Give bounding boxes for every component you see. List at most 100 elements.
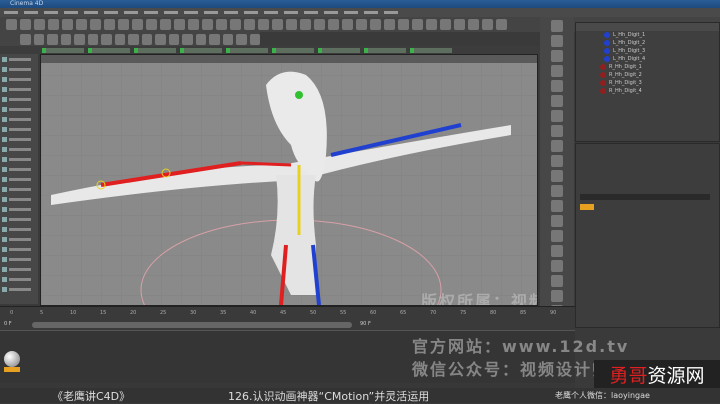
tool-icon[interactable] [209, 33, 220, 45]
tool-icon[interactable] [128, 33, 139, 45]
left-panel-item[interactable] [2, 95, 36, 104]
tool-icon[interactable] [300, 19, 311, 30]
tool-icon[interactable] [195, 33, 206, 45]
left-tool-panel[interactable] [0, 54, 38, 304]
object-manager-menu[interactable] [576, 23, 719, 31]
tool-icon[interactable] [101, 33, 112, 45]
tool-icon[interactable] [168, 33, 179, 45]
tool-icon[interactable] [551, 20, 563, 32]
left-panel-item[interactable] [2, 65, 36, 74]
left-panel-item[interactable] [2, 145, 36, 154]
tool-icon[interactable] [551, 140, 563, 152]
object-row[interactable]: L_Hh_Digit_1 [576, 31, 719, 39]
tool-icon[interactable] [188, 19, 199, 30]
left-panel-item[interactable] [2, 175, 36, 184]
material-swatch[interactable] [4, 351, 20, 367]
tool-icon[interactable] [160, 19, 171, 30]
tool-icon[interactable] [155, 33, 166, 45]
tool-icon[interactable] [258, 19, 269, 30]
tool-icon[interactable] [551, 80, 563, 92]
tool-icon[interactable] [412, 19, 423, 30]
tool-icon[interactable] [370, 19, 381, 30]
tool-icon[interactable] [249, 33, 260, 45]
tool-icon[interactable] [222, 33, 233, 45]
tool-icon[interactable] [356, 19, 367, 30]
object-row[interactable]: L_Hh_Digit_2 [576, 39, 719, 47]
left-panel-item[interactable] [2, 285, 36, 294]
tool-icon[interactable] [34, 19, 45, 30]
secondary-toolbar[interactable] [0, 32, 260, 46]
tool-icon[interactable] [384, 19, 395, 30]
left-panel-item[interactable] [2, 155, 36, 164]
tool-icon[interactable] [20, 33, 31, 45]
tool-icon[interactable] [482, 19, 493, 30]
tool-icon[interactable] [551, 200, 563, 212]
3d-viewport[interactable]: 版权所属：视频设计师老鹰 [40, 54, 538, 306]
tool-icon[interactable] [551, 155, 563, 167]
tool-icon[interactable] [114, 33, 125, 45]
tool-icon[interactable] [286, 19, 297, 30]
tool-icon[interactable] [454, 19, 465, 30]
tool-icon[interactable] [398, 19, 409, 30]
playback-controls[interactable]: 0 F 90 F [0, 320, 575, 330]
tool-icon[interactable] [551, 35, 563, 47]
tool-icon[interactable] [132, 19, 143, 30]
tool-icon[interactable] [118, 19, 129, 30]
object-row[interactable]: R_Hh_Digit_4 [576, 87, 719, 95]
tool-icon[interactable] [90, 19, 101, 30]
tool-icon[interactable] [468, 19, 479, 30]
left-panel-item[interactable] [2, 225, 36, 234]
right-tool-column[interactable] [540, 17, 574, 327]
tool-icon[interactable] [440, 19, 451, 30]
tool-icon[interactable] [342, 19, 353, 30]
tool-icon[interactable] [551, 50, 563, 62]
object-row[interactable]: R_Hh_Digit_1 [576, 63, 719, 71]
tool-icon[interactable] [551, 95, 563, 107]
tool-icon[interactable] [426, 19, 437, 30]
menu-bar[interactable] [0, 8, 720, 17]
tool-icon[interactable] [551, 275, 563, 287]
tool-icon[interactable] [551, 215, 563, 227]
tool-icon[interactable] [551, 170, 563, 182]
tool-icon[interactable] [244, 19, 255, 30]
tool-icon[interactable] [551, 260, 563, 272]
tool-icon[interactable] [551, 110, 563, 122]
tool-icon[interactable] [20, 19, 31, 30]
tool-icon[interactable] [33, 33, 44, 45]
tool-icon[interactable] [74, 33, 85, 45]
tool-icon[interactable] [314, 19, 325, 30]
tool-icon[interactable] [551, 125, 563, 137]
left-panel-item[interactable] [2, 55, 36, 64]
left-panel-item[interactable] [2, 85, 36, 94]
left-panel-item[interactable] [2, 215, 36, 224]
tool-icon[interactable] [47, 33, 58, 45]
plugin-bar[interactable] [0, 46, 540, 54]
tool-icon[interactable] [141, 33, 152, 45]
timeline-ruler[interactable]: 0 5 10 15 20 25 30 35 40 45 50 55 60 65 70 75 80 85 90 [0, 306, 575, 320]
tool-icon[interactable] [202, 19, 213, 30]
tool-icon[interactable] [182, 33, 193, 45]
tool-icon[interactable] [174, 19, 185, 30]
tool-icon[interactable] [62, 19, 73, 30]
tool-icon[interactable] [230, 19, 241, 30]
tool-icon[interactable] [328, 19, 339, 30]
tool-icon[interactable] [551, 245, 563, 257]
attribute-field[interactable] [580, 194, 710, 200]
tool-icon[interactable] [6, 19, 17, 30]
tool-icon[interactable] [551, 65, 563, 77]
tool-icon[interactable] [236, 33, 247, 45]
attribute-manager[interactable] [575, 143, 720, 328]
tool-icon[interactable] [146, 19, 157, 30]
tool-icon[interactable] [104, 19, 115, 30]
object-row[interactable]: L_Hh_Digit_4 [576, 55, 719, 63]
tool-icon[interactable] [551, 185, 563, 197]
tool-icon[interactable] [496, 19, 507, 30]
object-row[interactable]: L_Hh_Digit_3 [576, 47, 719, 55]
left-panel-item[interactable] [2, 275, 36, 284]
tool-icon[interactable] [551, 230, 563, 242]
object-manager[interactable]: L_Hh_Digit_1 L_Hh_Digit_2 L_Hh_Digit_3 L_Hh… [575, 22, 720, 142]
left-panel-item[interactable] [2, 195, 36, 204]
tool-icon[interactable] [76, 19, 87, 30]
tool-icon[interactable] [551, 290, 563, 302]
material-manager[interactable]: 官方网站：www.12d.tv 微信公众号：视频设计师老鹰 [0, 330, 644, 385]
